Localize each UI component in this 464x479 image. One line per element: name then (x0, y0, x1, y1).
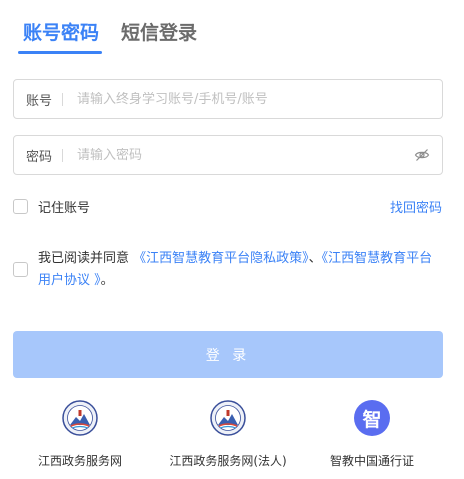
active-tab-indicator (18, 51, 102, 54)
remember-label: 记住账号 (38, 201, 91, 216)
jiangxi-gov-emblem-icon (210, 400, 246, 436)
alt-label-zhijiao-china: 智教中国通行证 (329, 454, 414, 468)
agreement-separator: 、 (308, 251, 322, 266)
jiangxi-gov-emblem-icon (62, 400, 98, 436)
field-divider (62, 148, 64, 162)
agreement-suffix: 。 (100, 273, 114, 288)
password-label: 密码 (26, 149, 53, 165)
remember-account: 记住账号 (13, 197, 90, 216)
field-divider (62, 92, 64, 106)
agreement-prefix: 我已阅读并同意 (38, 251, 134, 266)
alt-label-jiangxi-gov-legal: 江西政务服务网(法人) (169, 454, 287, 468)
agreement-text: 我已阅读并同意 《江西智慧教育平台隐私政策》、《江西智慧教育平台用户协议 》。 (38, 248, 443, 292)
remember-checkbox[interactable] (13, 199, 28, 214)
alt-login-zhijiao-china[interactable]: 智 智教中国通行证 (302, 400, 442, 469)
alt-label-jiangxi-gov: 江西政务服务网 (37, 454, 122, 468)
login-button[interactable]: 登 录 (13, 331, 443, 378)
eye-off-icon[interactable] (414, 147, 430, 163)
alt-login-jiangxi-gov-legal[interactable]: 江西政务服务网(法人) (158, 400, 298, 469)
alt-login-jiangxi-gov[interactable]: 江西政务服务网 (10, 400, 150, 469)
privacy-policy-link[interactable]: 《江西智慧教育平台隐私政策》 (133, 251, 309, 266)
zhi-icon: 智 (354, 400, 390, 436)
agreement-checkbox[interactable] (13, 262, 28, 277)
account-field[interactable]: 账号 (13, 79, 443, 119)
account-label: 账号 (26, 93, 53, 109)
tab-account-password[interactable]: 账号密码 (23, 18, 99, 45)
password-field[interactable]: 密码 (13, 135, 443, 175)
tab-sms-login[interactable]: 短信登录 (121, 18, 197, 45)
password-input[interactable] (77, 147, 414, 163)
forgot-password-link[interactable]: 找回密码 (390, 197, 442, 216)
account-input[interactable] (77, 91, 442, 107)
